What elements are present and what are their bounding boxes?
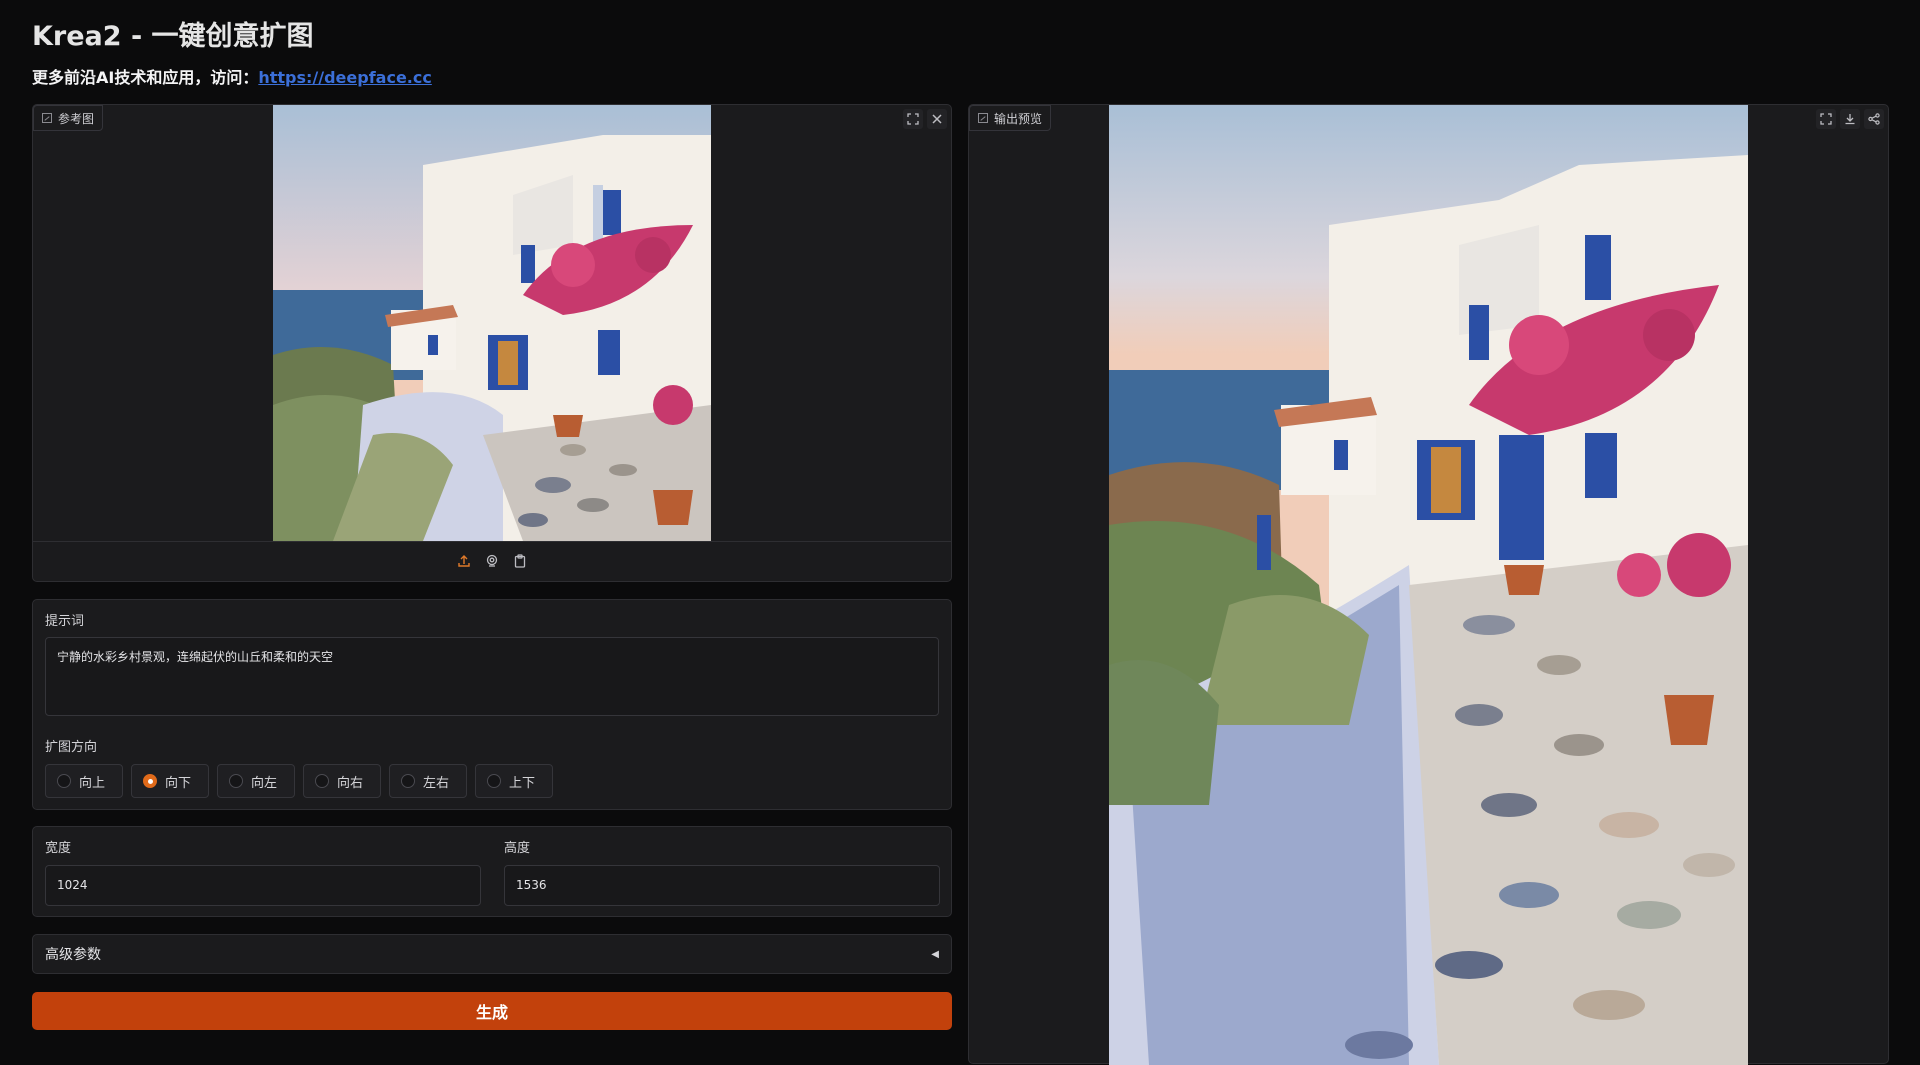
- download-icon[interactable]: [1840, 109, 1860, 129]
- radio-up[interactable]: 向上: [45, 764, 123, 798]
- direction-radio-group: 向上 向下 向左 向右 左右 上下: [45, 764, 553, 798]
- share-icon[interactable]: [1864, 109, 1884, 129]
- radio-dot: [57, 774, 71, 788]
- radio-left-right[interactable]: 左右: [389, 764, 467, 798]
- radio-dot: [229, 774, 243, 788]
- reference-image-toolbar: [33, 541, 951, 580]
- deepface-link[interactable]: https://deepface.cc: [258, 68, 432, 87]
- size-panel: 宽度 1024 高度 1536: [32, 826, 952, 917]
- reference-image-panel: 参考图: [32, 104, 952, 582]
- radio-label: 向右: [337, 775, 364, 791]
- subtitle-text: 更多前沿AI技术和应用，访问：: [32, 68, 259, 87]
- width-input[interactable]: 1024: [45, 865, 481, 906]
- output-image: [1109, 105, 1748, 1065]
- radio-dot: [401, 774, 415, 788]
- page-title: Krea2 - 一键创意扩图: [32, 21, 314, 52]
- radio-label: 向下: [165, 775, 192, 791]
- reference-image-tag: 参考图: [33, 105, 104, 131]
- reference-image-label: 参考图: [58, 111, 95, 126]
- caret-left-icon: ◀: [931, 948, 939, 960]
- fullscreen-icon[interactable]: [903, 109, 923, 129]
- reference-image: [273, 105, 711, 541]
- radio-label: 向左: [251, 775, 278, 791]
- webcam-icon[interactable]: [484, 553, 500, 569]
- generate-button[interactable]: 生成: [32, 992, 952, 1030]
- reference-image-tools: [903, 109, 947, 129]
- radio-dot: [143, 774, 157, 788]
- fullscreen-icon[interactable]: [1816, 109, 1836, 129]
- page-subtitle: 更多前沿AI技术和应用，访问：https://deepface.cc: [32, 64, 432, 88]
- width-label: 宽度: [45, 841, 72, 856]
- output-preview-panel: 输出预览: [968, 104, 1889, 1065]
- radio-dot: [315, 774, 329, 788]
- radio-label: 向上: [79, 775, 106, 791]
- image-icon: [978, 113, 988, 123]
- radio-up-down[interactable]: 上下: [475, 764, 553, 798]
- prompt-input[interactable]: 宁静的水彩乡村景观，连绵起伏的山丘和柔和的天空: [45, 637, 939, 716]
- upload-icon[interactable]: [456, 553, 472, 569]
- radio-dot: [487, 774, 501, 788]
- output-preview-tools: [1816, 109, 1884, 129]
- height-label: 高度: [504, 841, 531, 856]
- prompt-label: 提示词: [45, 614, 85, 629]
- output-preview-tag: 输出预览: [969, 105, 1052, 131]
- height-input[interactable]: 1536: [504, 865, 940, 906]
- advanced-params-label: 高级参数: [45, 947, 101, 963]
- advanced-params-accordion[interactable]: 高级参数 ◀: [32, 934, 952, 974]
- radio-label: 左右: [423, 775, 450, 791]
- radio-right[interactable]: 向右: [303, 764, 381, 798]
- clipboard-icon[interactable]: [512, 553, 528, 569]
- image-icon: [42, 113, 52, 123]
- close-icon[interactable]: [927, 109, 947, 129]
- output-preview-label: 输出预览: [994, 111, 1043, 126]
- radio-label: 上下: [509, 775, 536, 791]
- radio-left[interactable]: 向左: [217, 764, 295, 798]
- radio-down[interactable]: 向下: [131, 764, 209, 798]
- prompt-panel: 提示词 宁静的水彩乡村景观，连绵起伏的山丘和柔和的天空 扩图方向 向上 向下 向…: [32, 599, 952, 810]
- direction-label: 扩图方向: [45, 740, 98, 755]
